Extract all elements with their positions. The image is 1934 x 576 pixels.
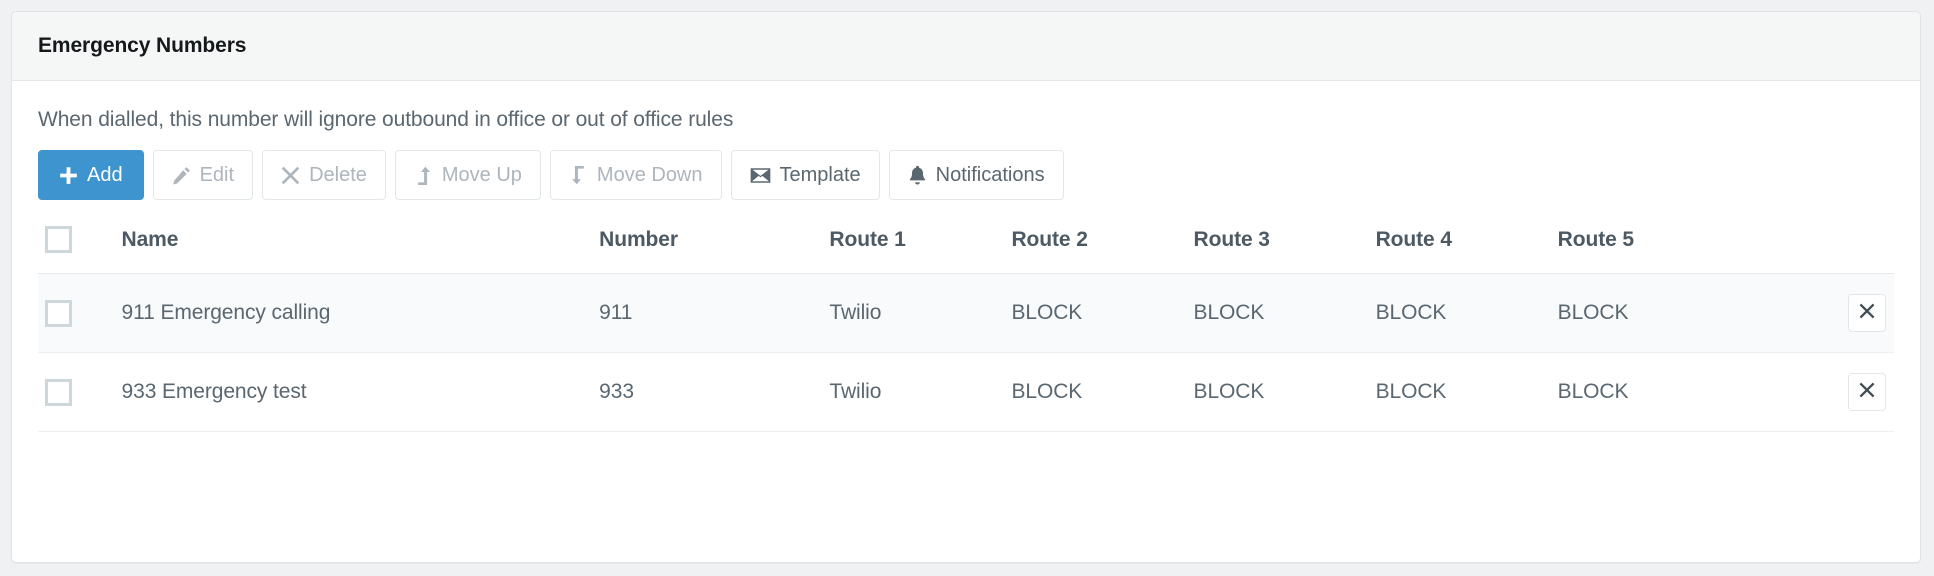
- column-header-route-5[interactable]: Route 5: [1557, 226, 1787, 275]
- column-header-route-1[interactable]: Route 1: [829, 226, 1012, 275]
- row-select-cell: [38, 273, 122, 354]
- cell-route-1: Twilio: [829, 352, 1012, 433]
- delete-button[interactable]: Delete: [262, 150, 386, 201]
- cell-route-3: BLOCK: [1193, 273, 1376, 354]
- times-icon: [281, 166, 300, 185]
- cell-name: 911 Emergency calling: [121, 273, 600, 354]
- bell-icon: [908, 165, 927, 185]
- edit-button-label: Edit: [199, 163, 235, 186]
- cell-route-1: Twilio: [829, 273, 1012, 354]
- plus-icon: [59, 166, 78, 185]
- cell-actions: [1786, 352, 1894, 433]
- column-header-route-3[interactable]: Route 3: [1193, 226, 1376, 275]
- cell-route-2: BLOCK: [1011, 352, 1194, 433]
- cell-route-5: BLOCK: [1557, 273, 1787, 354]
- times-icon: [1859, 301, 1875, 325]
- cell-route-3: BLOCK: [1193, 352, 1376, 433]
- emergency-numbers-panel: Emergency Numbers When dialled, this num…: [11, 11, 1921, 563]
- pencil-icon: [172, 166, 191, 185]
- row-delete-button[interactable]: [1848, 373, 1886, 412]
- cell-route-5: BLOCK: [1557, 352, 1787, 433]
- panel-body: When dialled, this number will ignore ou…: [12, 81, 1920, 433]
- edit-button[interactable]: Edit: [152, 150, 254, 201]
- column-header-route-2[interactable]: Route 2: [1011, 226, 1194, 275]
- column-header-actions: [1786, 226, 1894, 275]
- row-checkbox[interactable]: [45, 299, 72, 327]
- select-all-checkbox[interactable]: [45, 226, 72, 254]
- envelope-icon: [750, 165, 771, 186]
- page-title: Emergency Numbers: [38, 34, 247, 57]
- move-down-button-label: Move Down: [596, 163, 703, 186]
- move-up-button[interactable]: Move Up: [394, 150, 541, 201]
- cell-actions: [1786, 273, 1894, 354]
- column-header-number[interactable]: Number: [599, 226, 830, 275]
- row-checkbox[interactable]: [45, 378, 72, 406]
- cell-number: 911: [599, 273, 830, 354]
- select-all-header: [38, 226, 122, 275]
- times-icon: [1859, 380, 1875, 404]
- toolbar: Add Edit Delete Move Up Move Down Templa…: [38, 150, 1894, 201]
- panel-header: Emergency Numbers: [12, 12, 1920, 81]
- cell-route-4: BLOCK: [1375, 352, 1558, 433]
- panel-description: When dialled, this number will ignore ou…: [38, 108, 734, 131]
- add-button-label: Add: [87, 163, 123, 186]
- emergency-numbers-table: Name Number Route 1 Route 2 Route 3 Rout…: [38, 226, 1894, 433]
- table-row[interactable]: 933 Emergency test 933 Twilio BLOCK BLOC…: [38, 352, 1894, 433]
- move-up-button-label: Move Up: [441, 163, 522, 186]
- template-button-label: Template: [779, 163, 861, 186]
- column-header-name[interactable]: Name: [121, 226, 600, 275]
- table-row[interactable]: 911 Emergency calling 911 Twilio BLOCK B…: [38, 273, 1894, 354]
- move-down-button[interactable]: Move Down: [549, 150, 722, 201]
- add-button[interactable]: Add: [38, 150, 144, 201]
- level-down-icon: [569, 165, 588, 185]
- row-delete-button[interactable]: [1848, 294, 1886, 333]
- table-header-row: Name Number Route 1 Route 2 Route 3 Rout…: [38, 226, 1894, 275]
- cell-route-4: BLOCK: [1375, 273, 1558, 354]
- template-button[interactable]: Template: [730, 150, 880, 201]
- column-header-route-4[interactable]: Route 4: [1375, 226, 1558, 275]
- row-select-cell: [38, 352, 122, 433]
- notifications-button[interactable]: Notifications: [888, 150, 1064, 201]
- level-up-icon: [414, 166, 433, 185]
- delete-button-label: Delete: [309, 163, 367, 186]
- cell-route-2: BLOCK: [1011, 273, 1194, 354]
- notifications-button-label: Notifications: [935, 163, 1045, 186]
- cell-number: 933: [599, 352, 830, 433]
- cell-name: 933 Emergency test: [121, 352, 600, 433]
